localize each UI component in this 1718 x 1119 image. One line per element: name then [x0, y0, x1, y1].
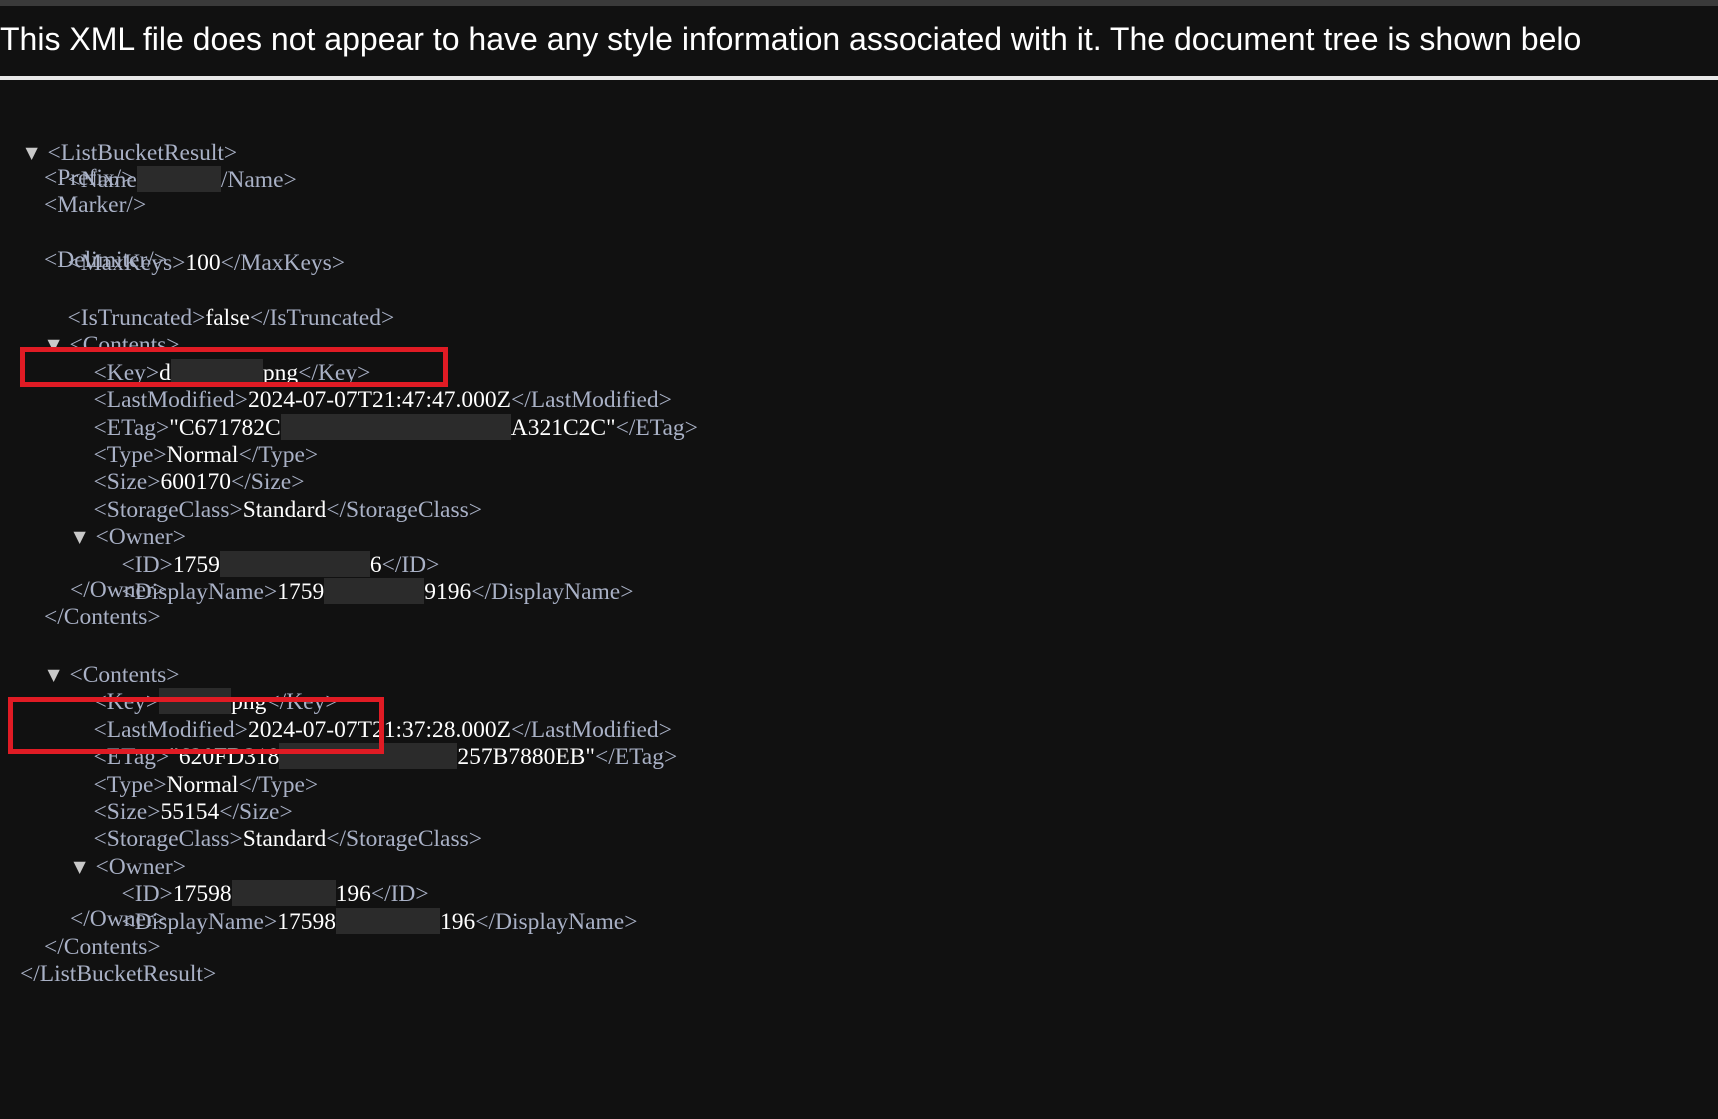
- contents-close-1: </Contents>: [44, 604, 161, 630]
- etag-element-1: <ETag>"C671782C A321C2C"</ETag>: [93, 414, 698, 441]
- maxkeys-element: <MaxKeys>100</MaxKeys>: [67, 250, 346, 276]
- owner-open-1[interactable]: ▼ <Owner>: [50, 492, 186, 550]
- owner-close-1: </Owner>: [70, 577, 167, 603]
- contents-close-2: </Contents>: [44, 934, 161, 960]
- etag-element-2: <ETag>"620FD318 257B7880EB"</ETag>: [93, 743, 678, 770]
- owner-close-2: </Owner>: [70, 906, 167, 932]
- expand-arrow-icon[interactable]: ▼: [48, 660, 70, 690]
- prefix-element: <Prefix/>: [44, 165, 135, 191]
- redacted-value: [335, 908, 440, 934]
- xml-style-notice: This XML file does not appear to have an…: [0, 6, 1718, 74]
- lastmodified-element-2: <LastModified>2024-07-07T21:37:28.000Z</…: [93, 717, 672, 743]
- expand-arrow-icon[interactable]: ▼: [74, 522, 96, 552]
- lastmodified-element-1: <LastModified>2024-07-07T21:47:47.000Z</…: [93, 387, 672, 413]
- owner-id-element-2: <ID>17598 196</ID>: [121, 880, 429, 907]
- contents-open-1[interactable]: ▼ <Contents>: [24, 300, 180, 358]
- type-element-2: <Type>Normal</Type>: [93, 772, 319, 798]
- key-element-2: <Key> png</Key>: [93, 688, 339, 715]
- size-element-2: <Size>55154</Size>: [93, 799, 293, 825]
- contents-open-2[interactable]: ▼ <Contents>: [24, 630, 180, 688]
- name-element: <Name/Name>: [67, 166, 297, 193]
- redacted-value: [136, 166, 221, 192]
- owner-displayname-element-2: <DisplayName>17598 196</DisplayName>: [121, 908, 638, 935]
- owner-open-2[interactable]: ▼ <Owner>: [50, 822, 186, 880]
- storageclass-element-2: <StorageClass>Standard</StorageClass>: [93, 826, 483, 852]
- type-element-1: <Type>Normal</Type>: [93, 442, 319, 468]
- expand-arrow-icon[interactable]: ▼: [48, 330, 70, 360]
- owner-displayname-element-1: <DisplayName>1759 9196</DisplayName>: [121, 578, 634, 605]
- redacted-value: [324, 578, 425, 604]
- expand-arrow-icon[interactable]: ▼: [74, 852, 96, 882]
- notice-divider: [0, 76, 1718, 80]
- key-element-1: <Key>d png</Key>: [93, 359, 371, 386]
- delimiter-element: <Delimiter/>: [44, 247, 168, 273]
- list-bucket-result-open[interactable]: ▼ <ListBucketResult>: [2, 108, 238, 166]
- size-element-1: <Size>600170</Size>: [93, 469, 305, 495]
- storageclass-element-1: <StorageClass>Standard</StorageClass>: [93, 497, 483, 523]
- marker-element: <Marker/>: [44, 192, 147, 218]
- list-bucket-result-close: </ListBucketResult>: [20, 961, 217, 987]
- istruncated-element: <IsTruncated>false</IsTruncated>: [67, 305, 395, 331]
- owner-id-element-1: <ID>1759 6</ID>: [121, 551, 440, 578]
